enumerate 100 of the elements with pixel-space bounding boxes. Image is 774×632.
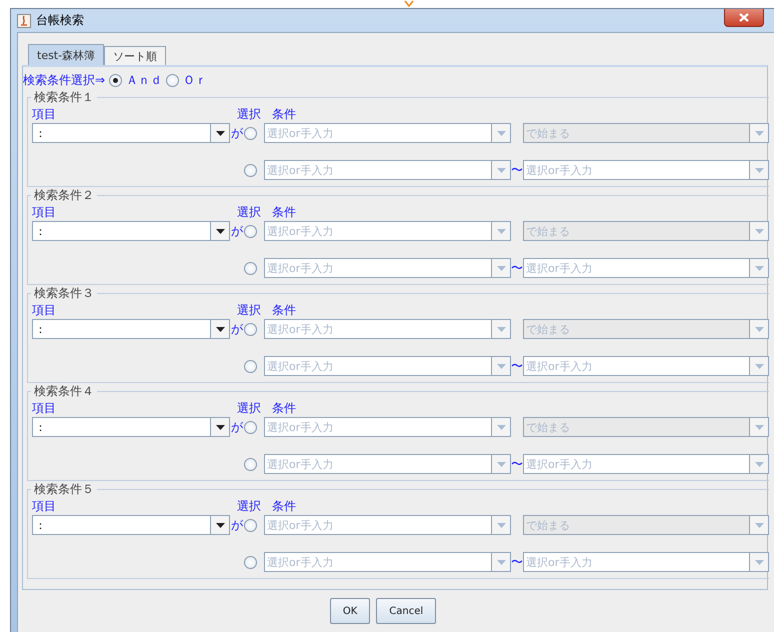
range-separator: 〜 (511, 554, 523, 570)
item-select[interactable]: ： (32, 417, 210, 437)
item-select[interactable]: ： (32, 515, 210, 535)
dropdown-button[interactable] (210, 417, 230, 437)
particle-text: が (230, 124, 244, 142)
particle-text: が (230, 320, 244, 338)
caret-icon (216, 130, 224, 136)
value-field[interactable]: 選択or手入力 (264, 319, 491, 339)
caret-icon (496, 560, 506, 564)
radio-button[interactable] (244, 164, 257, 176)
radio-button[interactable] (109, 74, 122, 86)
caret-icon (496, 326, 506, 332)
caret-icon (496, 424, 506, 430)
match-mode-label: 検索条件選択⇒ (23, 72, 106, 88)
radio-label: Ａｎｄ (126, 72, 162, 88)
radio-button[interactable] (244, 126, 257, 140)
dialog-button[interactable]: OK (330, 598, 370, 624)
caret-icon (754, 462, 764, 466)
particle-text: が (230, 418, 244, 436)
radio-button[interactable] (244, 518, 257, 532)
value-field[interactable]: 選択or手入力 (264, 160, 491, 180)
radio-button[interactable] (244, 262, 257, 274)
value-field[interactable]: 選択or手入力 (523, 454, 749, 474)
caret-icon (754, 560, 764, 564)
caret-icon (754, 326, 764, 332)
radio-button[interactable] (244, 556, 257, 568)
radio-button[interactable] (244, 420, 257, 434)
item-label: 項目 (32, 106, 57, 122)
select-label: 選択 (237, 204, 262, 220)
caret-icon (754, 522, 764, 528)
value-field[interactable]: 選択or手入力 (264, 454, 491, 474)
app-icon (17, 14, 31, 28)
range-separator: 〜 (511, 358, 523, 374)
caret-icon (216, 424, 224, 430)
group-title: 検索条件５ (33, 481, 95, 498)
range-separator: 〜 (511, 260, 523, 276)
caret-icon (496, 168, 506, 172)
radio-button[interactable] (244, 360, 257, 372)
close-button[interactable] (724, 9, 764, 27)
condition-label: 条件 (272, 106, 296, 122)
caret-icon (496, 522, 506, 528)
particle-text: が (230, 516, 244, 534)
item-select[interactable]: ： (32, 221, 210, 241)
window-title: 台帳検索 (36, 12, 84, 29)
value-field[interactable]: 選択or手入力 (264, 515, 491, 535)
caret-icon (754, 266, 764, 270)
caret-icon (754, 364, 764, 368)
radio-label: Ｏｒ (183, 72, 208, 88)
group-title: 検索条件４ (33, 383, 95, 400)
range-separator: 〜 (511, 162, 523, 178)
dialog-button[interactable]: Cancel (376, 598, 436, 624)
item-label: 項目 (32, 204, 57, 220)
item-label: 項目 (32, 302, 57, 318)
arrow-down-icon (404, 0, 414, 8)
item-select[interactable]: ： (32, 123, 210, 143)
condition-label: 条件 (272, 400, 296, 416)
value-field[interactable]: 選択or手入力 (264, 258, 491, 278)
group-title: 検索条件１ (33, 89, 95, 106)
caret-icon (216, 326, 224, 332)
condition-label: 条件 (272, 204, 296, 220)
caret-icon (496, 462, 506, 466)
caret-icon (216, 522, 224, 528)
group-title: 検索条件２ (33, 187, 95, 204)
tab[interactable]: ソート順 (104, 46, 166, 65)
radio-button[interactable] (244, 224, 257, 238)
caret-icon (496, 266, 506, 270)
caret-icon (754, 228, 764, 234)
range-separator: 〜 (511, 456, 523, 472)
radio-button[interactable] (166, 74, 180, 86)
select-label: 選択 (237, 302, 262, 318)
caret-icon (754, 130, 764, 136)
condition-label: 条件 (272, 498, 296, 514)
value-field[interactable]: 選択or手入力 (264, 221, 491, 241)
dropdown-button[interactable] (210, 123, 230, 143)
radio-button[interactable] (244, 322, 257, 336)
dropdown-button[interactable] (210, 515, 230, 535)
value-field[interactable]: 選択or手入力 (264, 552, 491, 572)
dropdown-button[interactable] (210, 319, 230, 339)
value-field[interactable]: 選択or手入力 (264, 417, 491, 437)
value-field[interactable]: 選択or手入力 (523, 552, 749, 572)
value-field[interactable]: 選択or手入力 (523, 356, 749, 376)
item-select[interactable]: ： (32, 319, 210, 339)
caret-icon (216, 228, 224, 234)
select-label: 選択 (237, 498, 262, 514)
item-label: 項目 (32, 498, 57, 514)
value-field[interactable]: 選択or手入力 (264, 356, 491, 376)
value-field[interactable]: 選択or手入力 (523, 160, 749, 180)
value-field[interactable]: 選択or手入力 (264, 123, 491, 143)
close-icon (739, 13, 749, 22)
caret-icon (496, 364, 506, 368)
dropdown-button[interactable] (210, 221, 230, 241)
caret-icon (496, 228, 506, 234)
caret-icon (496, 130, 506, 136)
particle-text: が (230, 222, 244, 240)
condition-label: 条件 (272, 302, 296, 318)
tab[interactable]: test-森林簿 (28, 44, 104, 65)
radio-button[interactable] (244, 458, 257, 470)
item-label: 項目 (32, 400, 57, 416)
value-field[interactable]: 選択or手入力 (523, 258, 749, 278)
select-label: 選択 (237, 106, 262, 122)
